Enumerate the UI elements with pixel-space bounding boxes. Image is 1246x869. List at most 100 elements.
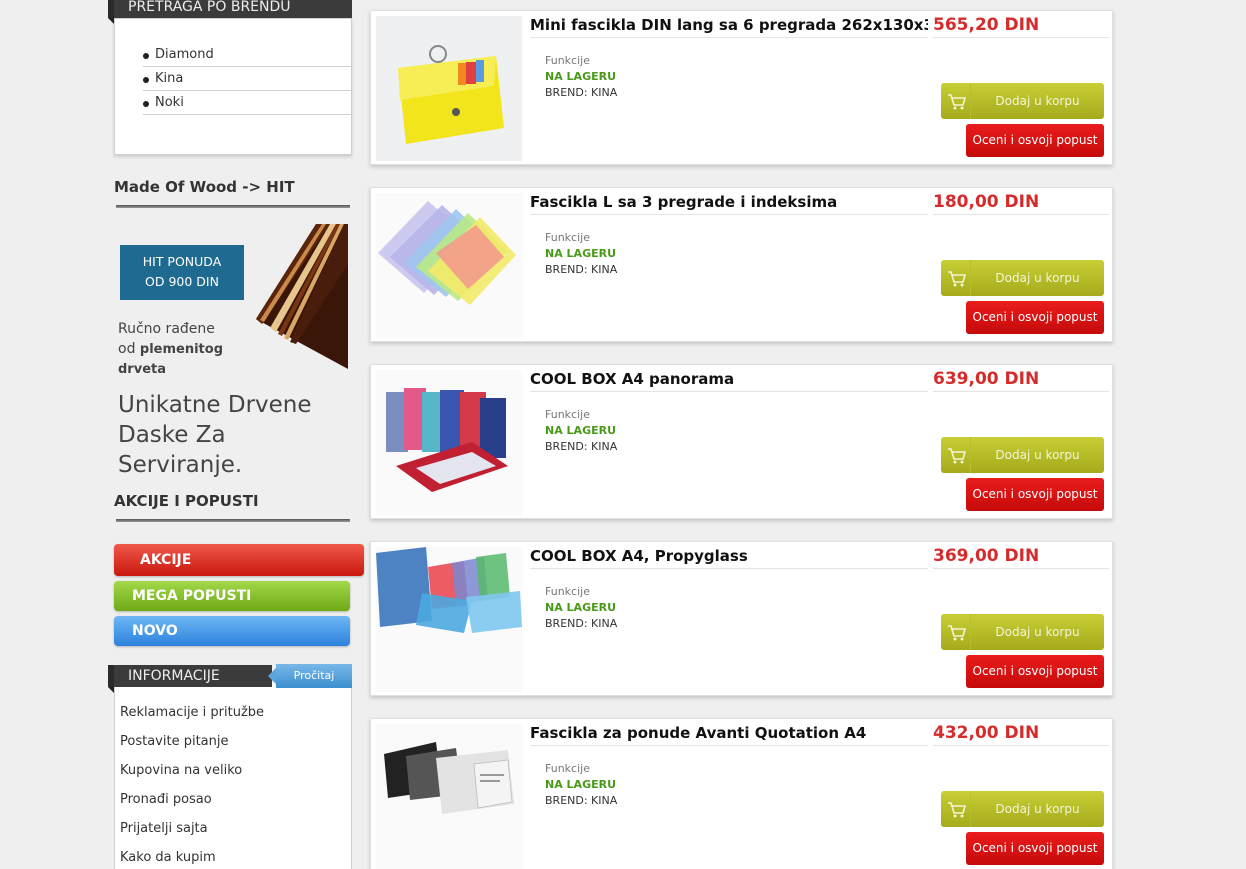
sidebar: Diamond Kina Noki PRETRAGA PO BRENDU Mad…: [108, 0, 368, 869]
product-image[interactable]: [376, 547, 522, 692]
hit-offer-line1: HIT PONUDA: [142, 254, 222, 269]
bullet-icon: [143, 101, 149, 107]
promo-section-title: AKCIJE I POPUSTI: [114, 492, 350, 522]
product-brand: BREND: KINA: [545, 440, 618, 453]
add-to-cart-button[interactable]: Dodaj u korpu: [941, 260, 1104, 296]
akcije-button[interactable]: AKCIJE: [114, 544, 364, 576]
product-meta: Funkcije NA LAGERU BREND: KINA: [545, 53, 617, 101]
stock-status: NA LAGERU: [545, 778, 617, 791]
rate-product-button[interactable]: Oceni i osvoji popust: [966, 301, 1104, 334]
product-functions: Funkcije: [545, 762, 590, 775]
product-functions: Funkcije: [545, 54, 590, 67]
yellow-folder-image: [376, 16, 522, 161]
product-image[interactable]: [376, 724, 522, 869]
wood-section-title-text: Made Of Wood -> HIT: [114, 178, 295, 196]
brand-item[interactable]: Diamond: [143, 43, 351, 67]
add-to-cart-button[interactable]: Dodaj u korpu: [941, 791, 1104, 827]
add-to-cart-label: Dodaj u korpu: [995, 271, 1080, 285]
product-price: 639,00 DIN: [933, 369, 1109, 392]
product-image[interactable]: [376, 370, 522, 515]
info-link[interactable]: Kupovina na veliko: [120, 758, 351, 787]
wood-subtitle-line1: Ručno rađene: [118, 321, 215, 337]
product-card: Mini fascikla DIN lang sa 6 pregrada 262…: [370, 10, 1113, 165]
cart-icon: [941, 791, 971, 827]
add-to-cart-button[interactable]: Dodaj u korpu: [941, 437, 1104, 473]
product-price: 180,00 DIN: [933, 192, 1109, 215]
product-meta: Funkcije NA LAGERU BREND: KINA: [545, 761, 617, 809]
brand-label[interactable]: Diamond: [155, 47, 214, 62]
product-brand: BREND: KINA: [545, 86, 618, 99]
hit-offer-line2: OD 900 DIN: [145, 274, 219, 289]
l-folders-image: [376, 193, 522, 338]
rate-product-button[interactable]: Oceni i osvoji popust: [966, 832, 1104, 865]
bullet-icon: [143, 77, 149, 83]
cart-icon: [941, 437, 971, 473]
wooden-board-image: [256, 224, 348, 369]
stock-status: NA LAGERU: [545, 247, 617, 260]
info-link[interactable]: Reklamacije i pritužbe: [120, 700, 351, 729]
section-divider: [116, 519, 350, 522]
cart-icon: [941, 260, 971, 296]
product-brand: BREND: KINA: [545, 617, 618, 630]
wood-subtitle-line3: drveta: [118, 362, 166, 377]
product-title[interactable]: Mini fascikla DIN lang sa 6 pregrada 262…: [530, 16, 928, 38]
product-title[interactable]: Fascikla za ponude Avanti Quotation A4: [530, 724, 928, 746]
product-card: Fascikla za ponude Avanti Quotation A4 4…: [370, 718, 1113, 869]
product-image[interactable]: [376, 16, 522, 161]
brand-list: Diamond Kina Noki: [143, 43, 351, 115]
novo-button[interactable]: NOVO: [114, 616, 350, 646]
rate-product-button[interactable]: Oceni i osvoji popust: [966, 478, 1104, 511]
wood-subtitle-line2a: od: [118, 341, 140, 357]
brand-item[interactable]: Kina: [143, 67, 351, 91]
product-functions: Funkcije: [545, 408, 590, 421]
product-brand: BREND: KINA: [545, 794, 618, 807]
wood-headline-line1: Unikatne Drvene: [118, 392, 312, 418]
brand-label[interactable]: Noki: [155, 95, 184, 110]
add-to-cart-label: Dodaj u korpu: [995, 94, 1080, 108]
section-divider: [116, 205, 350, 208]
hit-offer-badge: HIT PONUDA OD 900 DIN: [120, 245, 244, 300]
add-to-cart-label: Dodaj u korpu: [995, 448, 1080, 462]
product-functions: Funkcije: [545, 585, 590, 598]
product-brand: BREND: KINA: [545, 263, 618, 276]
product-meta: Funkcije NA LAGERU BREND: KINA: [545, 407, 617, 455]
cart-icon: [941, 614, 971, 650]
product-price: 432,00 DIN: [933, 723, 1109, 746]
product-price: 565,20 DIN: [933, 15, 1109, 38]
product-image[interactable]: [376, 193, 522, 338]
info-links: Reklamacije i pritužbe Postavite pitanje…: [120, 700, 351, 869]
info-link[interactable]: Prijatelji sajta: [120, 816, 351, 845]
product-title[interactable]: Fascikla L sa 3 pregrade i indeksima: [530, 193, 928, 215]
stock-status: NA LAGERU: [545, 424, 617, 437]
wood-section-title: Made Of Wood -> HIT: [114, 178, 350, 208]
brand-item[interactable]: Noki: [143, 91, 351, 115]
cool-box-propyglass-image: [376, 547, 522, 692]
brand-filter-box: Diamond Kina Noki: [114, 18, 352, 155]
info-link[interactable]: Pronađi posao: [120, 787, 351, 816]
rate-product-button[interactable]: Oceni i osvoji popust: [966, 655, 1104, 688]
stock-status: NA LAGERU: [545, 601, 617, 614]
add-to-cart-label: Dodaj u korpu: [995, 802, 1080, 816]
add-to-cart-button[interactable]: Dodaj u korpu: [941, 83, 1104, 119]
product-meta: Funkcije NA LAGERU BREND: KINA: [545, 584, 617, 632]
wood-promo-banner[interactable]: HIT PONUDA OD 900 DIN Ručno rađene od pl…: [118, 224, 348, 478]
product-card: COOL BOX A4 panorama 639,00 DIN Funkcije…: [370, 364, 1113, 519]
mega-popusti-button[interactable]: MEGA POPUSTI: [114, 581, 350, 611]
read-button[interactable]: Pročitaj: [268, 664, 352, 688]
product-title[interactable]: COOL BOX A4, Propyglass: [530, 547, 928, 569]
brand-label[interactable]: Kina: [155, 71, 183, 86]
wood-headline-line2: Daske Za Serviranje.: [118, 422, 243, 478]
wood-subtitle: Ručno rađene od plemenitog drveta: [118, 319, 223, 380]
product-functions: Funkcije: [545, 231, 590, 244]
info-link[interactable]: Kako da kupim: [120, 845, 351, 869]
quotation-folder-image: [376, 724, 522, 869]
info-link[interactable]: Postavite pitanje: [120, 729, 351, 758]
product-card: COOL BOX A4, Propyglass 369,00 DIN Funkc…: [370, 541, 1113, 696]
rate-product-button[interactable]: Oceni i osvoji popust: [966, 124, 1104, 157]
cart-icon: [941, 83, 971, 119]
add-to-cart-button[interactable]: Dodaj u korpu: [941, 614, 1104, 650]
stock-status: NA LAGERU: [545, 70, 617, 83]
product-card: Fascikla L sa 3 pregrade i indeksima 180…: [370, 187, 1113, 342]
product-price: 369,00 DIN: [933, 546, 1109, 569]
product-title[interactable]: COOL BOX A4 panorama: [530, 370, 928, 392]
